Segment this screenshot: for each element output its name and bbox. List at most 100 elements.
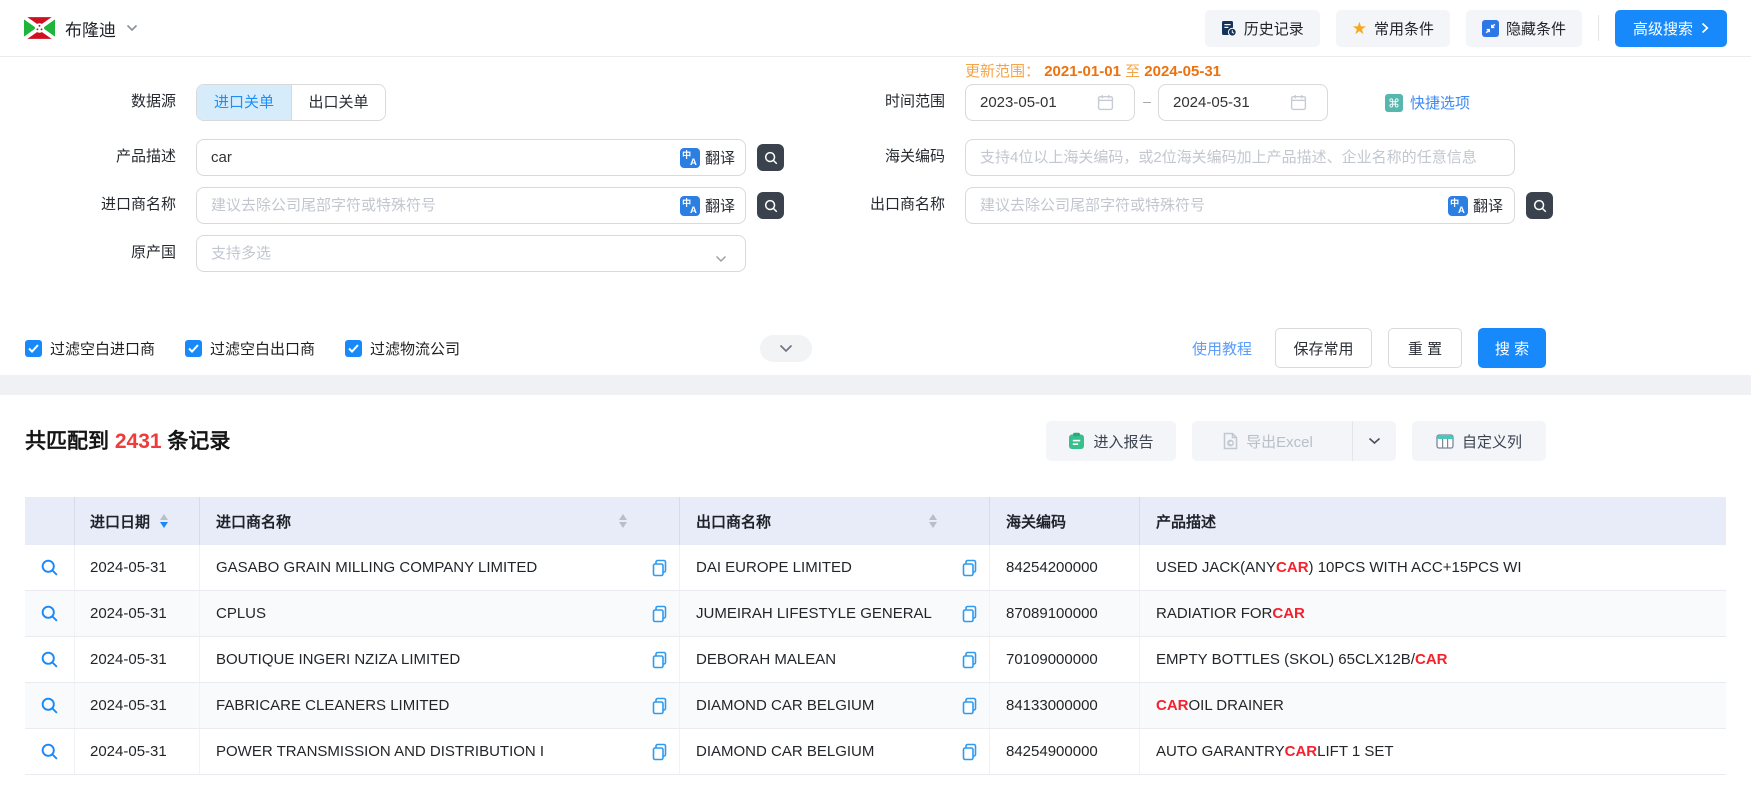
copy-icon[interactable] — [962, 559, 977, 576]
header-import-date: 进口日期 — [75, 497, 200, 545]
cell-hs-code: 84133000000 — [990, 683, 1140, 728]
row-search-icon[interactable] — [40, 604, 59, 623]
copy-icon[interactable] — [962, 697, 977, 714]
table-row[interactable]: 2024-05-31GASABO GRAIN MILLING COMPANY L… — [25, 545, 1726, 591]
sort-icon[interactable] — [160, 514, 168, 528]
sort-icon[interactable] — [619, 514, 627, 528]
copy-icon[interactable] — [962, 651, 977, 668]
row-search-icon[interactable] — [40, 650, 59, 669]
importer-name-input[interactable] — [196, 187, 746, 224]
hide-conditions-label: 隐藏条件 — [1506, 18, 1566, 39]
search-panel: 更新范围： 2021-01-01 至 2024-05-31 数据源 进口关单 出… — [0, 57, 1751, 375]
quick-options-label: 快捷选项 — [1410, 92, 1470, 113]
advanced-search-button[interactable]: 高级搜索 — [1615, 10, 1727, 47]
columns-icon — [1436, 434, 1454, 449]
hide-conditions-button[interactable]: 隐藏条件 — [1466, 10, 1582, 47]
translate-button[interactable]: 中A 翻译 — [680, 195, 735, 216]
cell-importer-name: CPLUS — [200, 591, 680, 636]
table-row[interactable]: 2024-05-31CPLUSJUMEIRAH LIFESTYLE GENERA… — [25, 591, 1726, 637]
row-search-icon[interactable] — [40, 558, 59, 577]
similar-search-icon[interactable] — [1526, 192, 1553, 219]
table-row[interactable]: 2024-05-31FABRICARE CLEANERS LIMITEDDIAM… — [25, 683, 1726, 729]
header-product-description: 产品描述 — [1140, 497, 1726, 545]
update-range-word: 至 — [1125, 63, 1140, 80]
exporter-name-input[interactable] — [965, 187, 1515, 224]
cell-exporter-name: DIAMOND CAR BELGIUM — [680, 729, 990, 774]
chevron-right-icon — [1701, 22, 1709, 34]
row-view-cell — [25, 683, 75, 728]
enter-report-button[interactable]: 进入报告 — [1046, 421, 1176, 461]
country-selector[interactable]: 布隆迪 — [24, 16, 138, 41]
origin-country-select[interactable] — [196, 235, 746, 272]
product-description-input[interactable] — [196, 139, 746, 176]
translate-label: 翻译 — [705, 147, 735, 168]
cell-product-description: CAR OIL DRAINER — [1140, 683, 1726, 728]
export-excel-label: 导出Excel — [1246, 431, 1313, 452]
tab-import-declarations[interactable]: 进口关单 — [197, 85, 291, 120]
translate-button[interactable]: 中A 翻译 — [680, 147, 735, 168]
export-excel-button[interactable]: 导出Excel — [1192, 421, 1344, 461]
cell-import-date: 2024-05-31 — [75, 637, 200, 682]
cell-exporter-name: DIAMOND CAR BELGIUM — [680, 683, 990, 728]
svg-text:A: A — [690, 205, 697, 216]
search-actions: 使用教程 保存常用 重 置 搜 索 — [0, 328, 1751, 368]
update-range-label: 更新范围： — [965, 63, 1040, 80]
translate-button[interactable]: 中A 翻译 — [1448, 195, 1503, 216]
export-options-caret[interactable] — [1352, 421, 1396, 461]
importer-name: CPLUS — [216, 605, 266, 622]
history-button[interactable]: 历史记录 — [1205, 10, 1320, 47]
command-icon: ⌘ — [1385, 94, 1403, 112]
results-summary: 共匹配到 2431 条记录 — [25, 425, 230, 455]
row-search-icon[interactable] — [40, 742, 59, 761]
date-from-input[interactable] — [965, 84, 1135, 121]
exporter-name: JUMEIRAH LIFESTYLE GENERAL — [696, 605, 932, 622]
hscode-input[interactable] — [965, 139, 1515, 176]
enter-report-label: 进入报告 — [1093, 431, 1153, 452]
tutorial-link[interactable]: 使用教程 — [1192, 338, 1252, 359]
row-view-cell — [25, 545, 75, 590]
tab-export-declarations[interactable]: 出口关单 — [291, 85, 385, 120]
header-view-column — [25, 497, 75, 545]
reset-button[interactable]: 重 置 — [1388, 328, 1462, 368]
collapse-icon — [1482, 20, 1499, 37]
divider — [1598, 15, 1599, 41]
cell-product-description: AUTO GARANTRY CAR LIFT 1 SET — [1140, 729, 1726, 774]
save-common-button[interactable]: 保存常用 — [1275, 328, 1372, 368]
exporter-label: 出口商名称 — [790, 195, 945, 215]
customize-columns-button[interactable]: 自定义列 — [1412, 421, 1546, 461]
quick-options-link[interactable]: ⌘ 快捷选项 — [1385, 92, 1470, 113]
history-label: 历史记录 — [1244, 18, 1304, 39]
copy-icon[interactable] — [652, 697, 667, 714]
similar-search-icon[interactable] — [757, 144, 784, 171]
sort-icon[interactable] — [929, 514, 937, 528]
table-row[interactable]: 2024-05-31 BOUTIQUE INGERI NZIZA LIMITED D… — [25, 637, 1726, 683]
table-row[interactable]: 2024-05-31POWER TRANSMISSION AND DISTRIB… — [25, 729, 1726, 775]
keyword-highlight: CAR — [1156, 697, 1189, 714]
section-divider — [0, 375, 1751, 395]
cell-product-description: USED JACK(ANY CAR) 10PCS WITH ACC+15PCS … — [1140, 545, 1726, 590]
top-actions: 历史记录 ★ 常用条件 隐藏条件 高级搜索 — [1205, 10, 1727, 47]
keyword-highlight: CAR — [1272, 605, 1305, 622]
svg-text:A: A — [1458, 205, 1465, 216]
cell-exporter-name: DEBORAH MALEAN — [680, 637, 990, 682]
keyword-highlight: CAR — [1285, 743, 1318, 760]
copy-icon[interactable] — [652, 605, 667, 622]
translate-icon: 中A — [1448, 196, 1468, 216]
favorites-button[interactable]: ★ 常用条件 — [1336, 10, 1450, 47]
burundi-flag-icon — [24, 17, 55, 39]
similar-search-icon[interactable] — [757, 192, 784, 219]
copy-icon[interactable] — [652, 559, 667, 576]
date-range-dash: – — [1140, 93, 1154, 109]
importer-name: POWER TRANSMISSION AND DISTRIBUTION I — [216, 743, 544, 760]
exporter-name: DIAMOND CAR BELGIUM — [696, 743, 874, 760]
copy-icon[interactable] — [962, 743, 977, 760]
importer-name: BOUTIQUE INGERI NZIZA LIMITED — [216, 651, 460, 668]
date-to-input[interactable] — [1158, 84, 1328, 121]
cell-hs-code: 84254200000 — [990, 545, 1140, 590]
search-button[interactable]: 搜 索 — [1478, 328, 1546, 368]
copy-icon[interactable] — [962, 605, 977, 622]
row-search-icon[interactable] — [40, 696, 59, 715]
keyword-highlight: CAR — [1415, 651, 1448, 668]
copy-icon[interactable] — [652, 651, 667, 668]
copy-icon[interactable] — [652, 743, 667, 760]
